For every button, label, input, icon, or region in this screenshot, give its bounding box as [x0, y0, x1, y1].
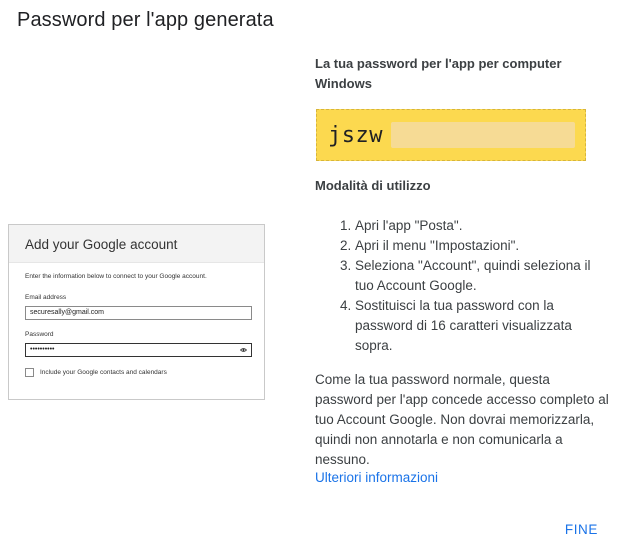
password-field: •••••••••• [25, 343, 252, 357]
step-number: 3. [340, 258, 352, 273]
step-number: 2. [340, 238, 352, 253]
step-number: 4. [340, 298, 352, 313]
usage-heading: Modalità di utilizzo [315, 178, 431, 193]
dialog-title: Password per l'app generata [17, 9, 274, 31]
step-text: Apri l'app "Posta". [355, 218, 463, 233]
generated-password-box: jszw [316, 109, 586, 161]
generated-password-text: jszw [328, 122, 383, 148]
include-contacts-label: Include your Google contacts and calenda… [40, 369, 167, 376]
password-label: Password [25, 331, 54, 338]
step-text: Apri il menu "Impostazioni". [355, 238, 520, 253]
windows-mail-illustration: Add your Google account Enter the inform… [8, 224, 265, 400]
include-contacts-row: Include your Google contacts and calenda… [25, 368, 167, 377]
illustration-intro: Enter the information below to connect t… [25, 273, 207, 280]
eye-icon [240, 348, 247, 352]
done-button[interactable]: FINE [565, 522, 598, 537]
list-item: 2. Apri il menu "Impostazioni". [315, 236, 611, 256]
email-label: Email address [25, 294, 67, 301]
list-item: 1. Apri l'app "Posta". [315, 216, 611, 236]
list-item: 3. Seleziona "Account", quindi seleziona… [315, 256, 611, 296]
learn-more-link[interactable]: Ulteriori informazioni [315, 470, 438, 485]
include-contacts-checkbox [25, 368, 34, 377]
password-heading: La tua password per l'app per computer W… [315, 56, 562, 91]
redacted-password-blur [390, 122, 575, 148]
password-value: •••••••••• [30, 346, 55, 353]
app-password-dialog: Password per l'app generata Add your Goo… [0, 0, 618, 550]
usage-steps-list: 1. Apri l'app "Posta". 2. Apri il menu "… [315, 216, 611, 356]
list-item: 4. Sostituisci la tua password con la pa… [315, 296, 611, 356]
step-number: 1. [340, 218, 352, 233]
illustration-header: Add your Google account [9, 225, 264, 263]
email-field: securesally@gmail.com [25, 306, 252, 320]
step-text: Sostituisci la tua password con la passw… [355, 298, 572, 353]
security-note: Come la tua password normale, questa pas… [315, 372, 609, 467]
email-value: securesally@gmail.com [30, 309, 105, 316]
step-text: Seleziona "Account", quindi seleziona il… [355, 258, 591, 293]
